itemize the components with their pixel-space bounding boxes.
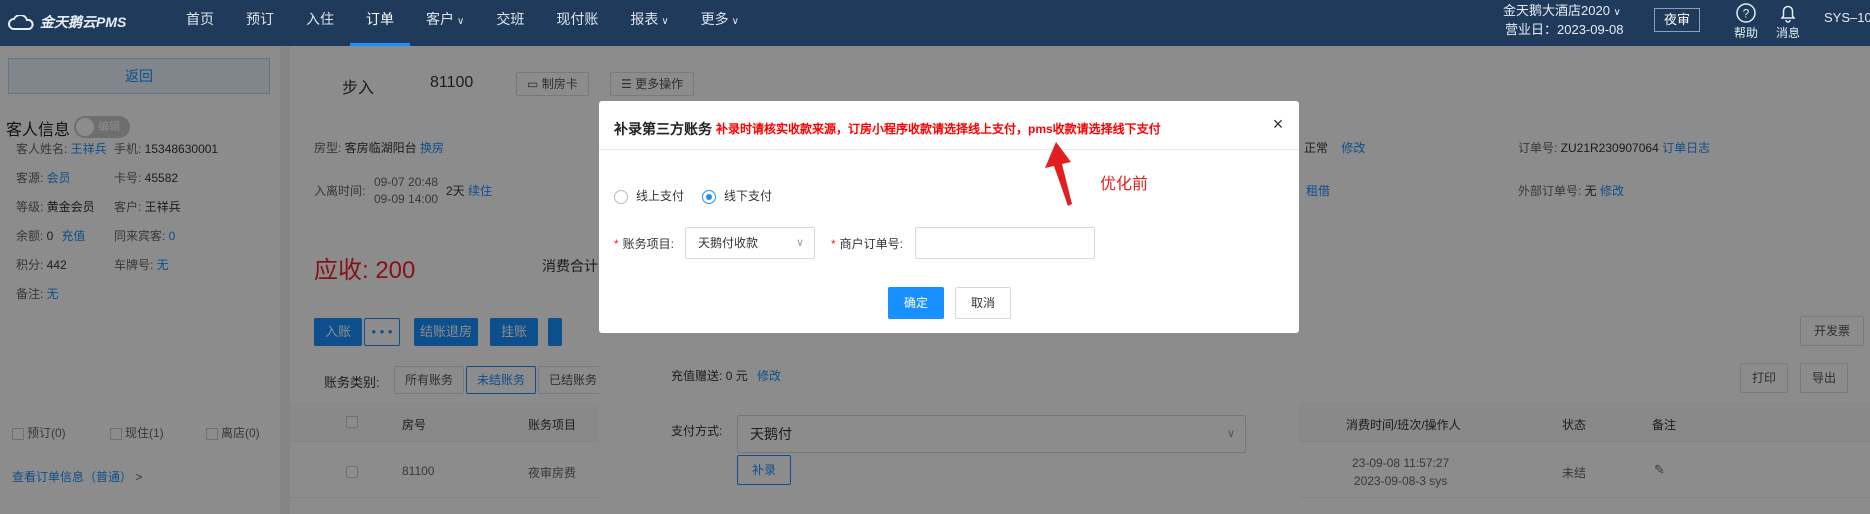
app-logo[interactable]: 金天鹅云PMS <box>8 12 126 32</box>
merchant-order-input[interactable] <box>915 227 1095 259</box>
top-navigation-bar: 金天鹅云PMS 首页 预订 入住 订单 客户 ∨ 交班 现付账 报表 ∨ 更多 ∨ 金天鹅大酒店202… <box>0 0 1870 46</box>
nav-label: 更多 <box>700 11 729 27</box>
user-account[interactable]: SYS–10 <box>1824 10 1870 25</box>
hotel-selector[interactable]: 金天鹅大酒店2020 ∨ 营业日：2023-09-08 <box>1503 2 1624 38</box>
bell-icon <box>1780 5 1796 23</box>
nav-label: 现付账 <box>556 11 599 27</box>
help-label: 帮助 <box>1733 26 1758 40</box>
offline-pay-radio[interactable]: 线下支付 <box>702 187 772 204</box>
cloud-logo-icon <box>8 14 34 31</box>
account-item-select[interactable]: 天鹅付收款 ∨ <box>685 227 815 259</box>
help-button[interactable]: ? 帮助 <box>1726 0 1766 41</box>
online-pay-radio[interactable]: 线上支付 <box>614 187 684 204</box>
svg-text:?: ? <box>1743 7 1750 21</box>
close-icon[interactable]: × <box>1269 115 1287 133</box>
nav-label: 订单 <box>366 11 394 27</box>
nav-label: 客户 <box>426 11 454 27</box>
nav-label: 交班 <box>496 11 525 27</box>
dialog-warning: 补录时请核实收款来源，订房小程序收款请选择线上支付，pms收款请选择线下支付 <box>716 122 1161 136</box>
nav-item-5[interactable]: 交班 <box>480 0 540 46</box>
chevron-down-icon: ∨ <box>661 16 669 27</box>
red-arrow-icon <box>1045 142 1072 206</box>
message-label: 消息 <box>1775 26 1800 40</box>
nav-item-0[interactable]: 首页 <box>170 0 230 46</box>
dialog-divider <box>599 149 1299 150</box>
nav-item-6[interactable]: 现付账 <box>540 0 614 46</box>
nav-label: 入住 <box>306 11 334 27</box>
chevron-down-icon: ∨ <box>1613 7 1621 18</box>
nav-item-7[interactable]: 报表 ∨ <box>614 0 684 46</box>
annotation-label: 优化前 <box>1100 176 1149 193</box>
radio-circle-selected <box>702 189 716 204</box>
chevron-down-icon: ∨ <box>795 237 804 249</box>
help-circle-icon: ? <box>1736 3 1756 23</box>
nav-item-3[interactable]: 订单 <box>350 0 410 46</box>
dialog-title: 补录第三方账务 <box>614 121 712 137</box>
nav-label: 报表 <box>630 11 659 27</box>
main-nav: 首页 预订 入住 订单 客户 ∨ 交班 现付账 报表 ∨ 更多 ∨ <box>170 0 755 46</box>
chevron-down-icon: ∨ <box>731 16 739 27</box>
chevron-down-icon: ∨ <box>457 16 465 27</box>
supplement-third-party-dialog: 补录第三方账务 补录时请核实收款来源，订房小程序收款请选择线上支付，pms收款请… <box>599 101 1299 333</box>
nav-item-8[interactable]: 更多 ∨ <box>685 0 755 46</box>
hotel-name: 金天鹅大酒店2020 <box>1503 3 1610 18</box>
radio-circle <box>614 189 628 204</box>
night-audit-button[interactable]: 夜审 <box>1654 8 1700 32</box>
nav-label: 首页 <box>186 11 214 27</box>
nav-label: 预订 <box>246 11 274 27</box>
nav-item-4[interactable]: 客户 ∨ <box>410 0 480 46</box>
business-date: 营业日：2023-09-08 <box>1505 22 1624 37</box>
confirm-button[interactable]: 确定 <box>888 287 944 319</box>
nav-item-1[interactable]: 预订 <box>230 0 290 46</box>
cancel-button[interactable]: 取消 <box>955 287 1011 319</box>
account-item-label: * 账务项目: <box>614 237 675 251</box>
nav-item-2[interactable]: 入住 <box>290 0 350 46</box>
merchant-order-label: * 商户订单号: <box>831 237 904 251</box>
message-button[interactable]: 消息 <box>1768 0 1808 41</box>
